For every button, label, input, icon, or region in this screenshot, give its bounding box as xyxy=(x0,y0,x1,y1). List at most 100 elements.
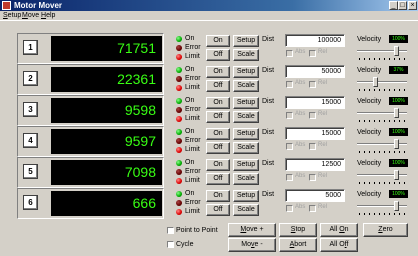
scale-button[interactable]: Scale xyxy=(233,80,259,92)
rel-checkbox[interactable] xyxy=(309,174,316,181)
move-plus-button[interactable]: Move + xyxy=(228,223,276,237)
off-button[interactable]: Off xyxy=(206,173,230,185)
axis-row: 3 9598 On Error Limit On Off Setup Scale… xyxy=(0,95,418,126)
abs-checkbox[interactable] xyxy=(286,112,293,119)
abs-checkbox[interactable] xyxy=(286,205,293,212)
velocity-slider[interactable] xyxy=(357,81,407,83)
velocity-slider[interactable] xyxy=(357,174,407,176)
on-led-icon xyxy=(176,129,182,135)
velocity-slider[interactable] xyxy=(357,50,407,52)
rel-checkbox[interactable] xyxy=(309,81,316,88)
off-button[interactable]: Off xyxy=(206,204,230,216)
axis-number[interactable]: 2 xyxy=(23,71,38,86)
position-display: 22361 xyxy=(51,67,162,92)
on-label: On xyxy=(185,97,195,104)
close-button[interactable]: × xyxy=(408,1,417,10)
point-to-point-checkbox[interactable] xyxy=(167,227,174,234)
axis-row: 1 71751 On Error Limit On Off Setup Scal… xyxy=(0,33,418,64)
position-display: 7098 xyxy=(51,160,162,185)
velocity-ticks xyxy=(359,182,405,184)
on-button[interactable]: On xyxy=(206,97,230,109)
velocity-slider-thumb[interactable] xyxy=(394,170,399,180)
maximize-button[interactable]: □ xyxy=(398,1,407,10)
setup-button[interactable]: Setup xyxy=(233,35,259,47)
setup-button[interactable]: Setup xyxy=(233,159,259,171)
scale-button[interactable]: Scale xyxy=(233,142,259,154)
velocity-slider-thumb[interactable] xyxy=(394,46,399,56)
on-label: On xyxy=(185,35,195,42)
rel-checkbox[interactable] xyxy=(309,50,316,57)
scale-button[interactable]: Scale xyxy=(233,49,259,61)
menu-bar: Setup Move Help xyxy=(0,11,418,21)
on-button[interactable]: On xyxy=(206,190,230,202)
all-on-button[interactable]: All On xyxy=(320,223,358,237)
setup-button[interactable]: Setup xyxy=(233,66,259,78)
limit-label: Limit xyxy=(185,53,200,60)
menu-help[interactable]: Help xyxy=(41,11,55,21)
velocity-slider-thumb[interactable] xyxy=(394,201,399,211)
all-off-button[interactable]: All Off xyxy=(320,238,358,252)
abort-button[interactable]: Abort xyxy=(279,238,317,252)
off-button[interactable]: Off xyxy=(206,80,230,92)
on-button[interactable]: On xyxy=(206,35,230,47)
limit-led-icon xyxy=(176,178,182,184)
abs-checkbox[interactable] xyxy=(286,50,293,57)
minimize-button[interactable]: _ xyxy=(389,1,398,10)
stop-button[interactable]: Stop xyxy=(279,223,317,237)
abs-label: Abs xyxy=(295,49,306,55)
abs-checkbox[interactable] xyxy=(286,81,293,88)
on-led-icon xyxy=(176,98,182,104)
axis-number[interactable]: 3 xyxy=(23,102,38,117)
on-button[interactable]: On xyxy=(206,159,230,171)
scale-button[interactable]: Scale xyxy=(233,173,259,185)
dist-label: Dist xyxy=(262,67,275,74)
abs-checkbox[interactable] xyxy=(286,143,293,150)
dist-input[interactable]: 50000 xyxy=(285,65,345,78)
velocity-slider[interactable] xyxy=(357,143,407,145)
off-button[interactable]: Off xyxy=(206,142,230,154)
on-button[interactable]: On xyxy=(206,66,230,78)
axis-row: 2 22361 On Error Limit On Off Setup Scal… xyxy=(0,64,418,95)
on-label: On xyxy=(185,66,195,73)
rel-checkbox[interactable] xyxy=(309,112,316,119)
rel-checkbox[interactable] xyxy=(309,143,316,150)
error-label: Error xyxy=(185,199,201,206)
dist-label: Dist xyxy=(262,191,275,198)
zero-button[interactable]: Zero xyxy=(363,223,408,237)
move-minus-button[interactable]: Move - xyxy=(228,238,276,252)
position-display: 71751 xyxy=(51,36,162,61)
setup-button[interactable]: Setup xyxy=(233,128,259,140)
axis-number[interactable]: 1 xyxy=(23,40,38,55)
abs-checkbox[interactable] xyxy=(286,174,293,181)
velocity-slider-thumb[interactable] xyxy=(394,108,399,118)
velocity-slider-thumb[interactable] xyxy=(394,139,399,149)
scale-button[interactable]: Scale xyxy=(233,204,259,216)
axis-number[interactable]: 6 xyxy=(23,195,38,210)
setup-button[interactable]: Setup xyxy=(233,190,259,202)
axis-row: 4 9597 On Error Limit On Off Setup Scale… xyxy=(0,126,418,157)
axis-number[interactable]: 5 xyxy=(23,164,38,179)
dist-input[interactable]: 12500 xyxy=(285,158,345,171)
axis-number[interactable]: 4 xyxy=(23,133,38,148)
setup-button[interactable]: Setup xyxy=(233,97,259,109)
velocity-slider-thumb[interactable] xyxy=(373,77,378,87)
dist-input[interactable]: 15000 xyxy=(285,127,345,140)
abs-label: Abs xyxy=(295,142,306,148)
velocity-ticks xyxy=(359,213,405,215)
rel-checkbox[interactable] xyxy=(309,205,316,212)
velocity-value: 100% xyxy=(389,190,408,198)
scale-button[interactable]: Scale xyxy=(233,111,259,123)
position-display: 666 xyxy=(51,191,162,216)
dist-input[interactable]: 5000 xyxy=(285,189,345,202)
on-led-icon xyxy=(176,191,182,197)
velocity-slider[interactable] xyxy=(357,205,407,207)
velocity-slider[interactable] xyxy=(357,112,407,114)
off-button[interactable]: Off xyxy=(206,111,230,123)
dist-input[interactable]: 100000 xyxy=(285,34,345,47)
menu-setup[interactable]: Setup xyxy=(3,11,21,21)
on-button[interactable]: On xyxy=(206,128,230,140)
menu-move[interactable]: Move xyxy=(22,11,39,21)
cycle-checkbox[interactable] xyxy=(167,241,174,248)
off-button[interactable]: Off xyxy=(206,49,230,61)
dist-input[interactable]: 15000 xyxy=(285,96,345,109)
